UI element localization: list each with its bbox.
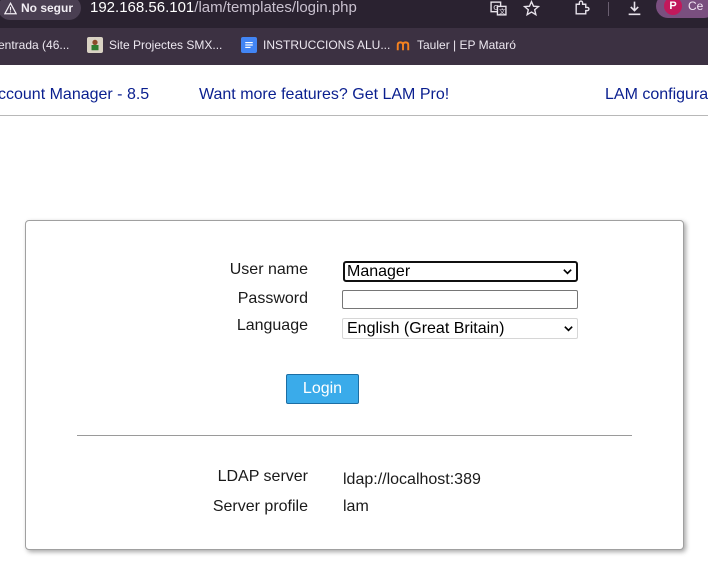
- bookmark-label: Tauler | EP Mataró: [417, 38, 516, 52]
- bookmark-label: INSTRUCCIONS ALU...: [263, 38, 391, 52]
- lam-header: ccount Manager - 8.5 Want more features?…: [0, 65, 708, 116]
- bookmark-star-icon[interactable]: [521, 0, 541, 18]
- url-host: 192.168.56.101: [90, 0, 195, 16]
- password-field[interactable]: [342, 290, 578, 309]
- security-indicator[interactable]: No segur: [0, 0, 82, 20]
- bookmark-item[interactable]: Site Projectes SMX...: [87, 36, 222, 54]
- bookmark-item[interactable]: INSTRUCCIONS ALU...: [241, 36, 390, 54]
- docs-favicon-icon: [241, 37, 257, 53]
- username-value: Manager: [347, 262, 411, 280]
- profile-label: Ce: [688, 0, 704, 13]
- lam-title-link[interactable]: ccount Manager - 8.5: [0, 86, 149, 104]
- moodle-favicon-icon: [395, 37, 411, 53]
- url-path: /lam/templates/login.php: [194, 0, 357, 16]
- lam-configuration-link[interactable]: LAM configura: [605, 86, 708, 104]
- language-value: English (Great Britain): [347, 319, 505, 337]
- password-label: Password: [237, 290, 308, 307]
- svg-text:文: 文: [499, 6, 506, 15]
- bookmark-label: entrada (46...: [0, 38, 70, 52]
- download-icon[interactable]: [624, 0, 644, 18]
- bookmark-item[interactable]: entrada (46...: [0, 36, 69, 54]
- server-profile-value: lam: [343, 498, 369, 515]
- warning-icon: [4, 1, 17, 14]
- bookmark-label: Site Projectes SMX...: [109, 38, 223, 52]
- separator: [77, 435, 632, 436]
- chevron-down-icon: [560, 265, 574, 279]
- toolbar-divider: [608, 2, 609, 16]
- site-favicon-icon: [87, 37, 103, 53]
- username-select[interactable]: Manager: [343, 261, 578, 282]
- language-select[interactable]: English (Great Britain): [342, 318, 578, 339]
- username-label: User name: [229, 261, 308, 278]
- lam-pro-link[interactable]: Want more features? Get LAM Pro!: [199, 86, 449, 104]
- ldap-server-label: LDAP server: [217, 468, 308, 485]
- login-panel: User name Manager Password Language Engl…: [25, 220, 684, 550]
- language-label: Language: [236, 317, 308, 334]
- security-label: No segur: [21, 1, 74, 15]
- bookmark-item[interactable]: Tauler | EP Mataró: [395, 36, 516, 54]
- browser-chrome: No segur 192.168.56.101/lam/templates/lo…: [0, 0, 708, 65]
- server-profile-label: Server profile: [212, 498, 308, 515]
- extensions-icon[interactable]: [571, 0, 591, 18]
- avatar: P: [664, 0, 682, 15]
- profile-button[interactable]: P Ce: [656, 0, 708, 18]
- ldap-server-value: ldap://localhost:389: [343, 471, 481, 488]
- chevron-down-icon: [561, 322, 575, 336]
- url-text[interactable]: 192.168.56.101/lam/templates/login.php: [90, 0, 357, 16]
- address-bar[interactable]: No segur 192.168.56.101/lam/templates/lo…: [0, 0, 708, 28]
- login-button[interactable]: Login: [286, 374, 359, 404]
- translate-icon[interactable]: G文: [488, 0, 508, 18]
